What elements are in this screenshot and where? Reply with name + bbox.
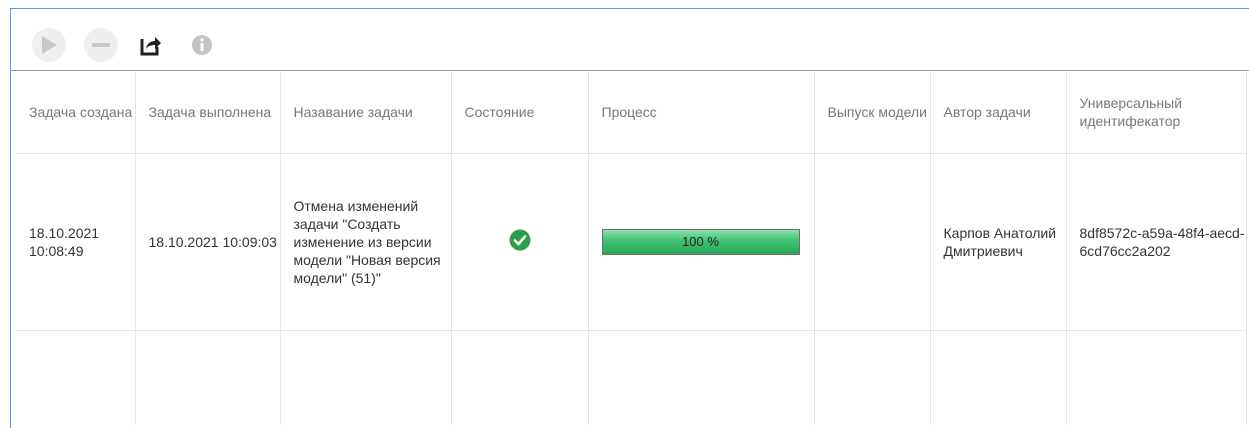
col-header-created[interactable]: Задача создана [16,71,136,154]
cell-release [814,153,931,331]
play-icon [42,36,57,54]
col-header-name[interactable]: Назавание задачи [280,71,452,154]
table-row-empty [16,330,1247,425]
task-panel: Задача создана Задача выполнена Назавани… [10,8,1249,428]
cancel-button[interactable] [84,28,118,62]
cell-created: 18.10.2021 10:08:49 [16,153,136,331]
cell-state [451,153,589,331]
minus-icon [92,43,110,47]
col-header-completed[interactable]: Задача выполнена [135,71,281,154]
cell-uid: 8df8572c-a59a-48f4-aecd-6cd76cc2a202 [1066,153,1247,331]
cell-process: 100 % [588,153,815,331]
empty-cell [280,330,452,425]
info-icon [192,35,212,55]
check-circle-icon [509,229,530,251]
progress-label: 100 % [682,234,719,249]
empty-cell [1066,330,1247,425]
cell-completed: 18.10.2021 10:09:03 [135,153,281,331]
cell-author: Карпов Анатолий Дмитриевич [930,153,1067,331]
export-button[interactable] [134,28,168,62]
info-button[interactable] [185,28,219,62]
table-header-row: Задача создана Задача выполнена Назавани… [16,71,1247,154]
empty-cell [930,330,1067,425]
col-header-state[interactable]: Состояние [451,71,589,154]
col-header-uid[interactable]: Универсальный идентифекатор [1066,71,1247,154]
col-header-release[interactable]: Выпуск модели [814,71,931,154]
empty-cell [451,330,589,425]
run-button[interactable] [32,28,66,62]
empty-cell [814,330,931,425]
col-header-process[interactable]: Процесс [588,71,815,154]
cell-task-name: Отмена изменений задачи "Создать изменен… [280,153,452,331]
export-icon [140,37,161,56]
empty-cell [135,330,281,425]
col-header-author[interactable]: Автор задачи [930,71,1067,154]
empty-cell [16,330,136,425]
table-row[interactable]: 18.10.2021 10:08:49 18.10.2021 10:09:03 … [16,153,1247,331]
progress-bar: 100 % [601,229,800,255]
toolbar [11,9,1249,71]
empty-cell [588,330,815,425]
tasks-table: Задача создана Задача выполнена Назавани… [16,71,1247,425]
